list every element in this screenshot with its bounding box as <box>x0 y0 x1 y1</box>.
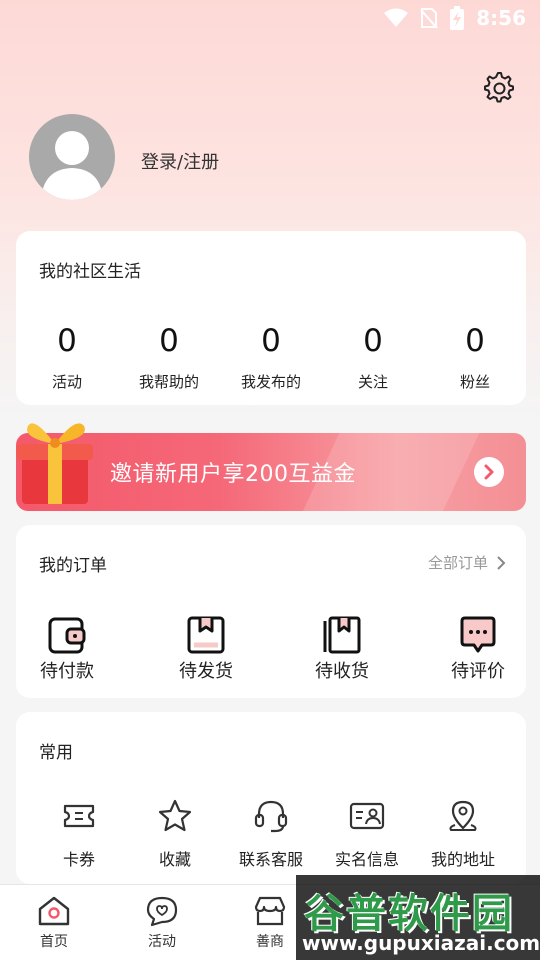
all-orders-link[interactable]: 全部订单 <box>428 552 506 573</box>
order-pending-payment[interactable]: 待付款 <box>7 615 127 683</box>
order-label: 待收货 <box>315 661 369 682</box>
headset-icon <box>254 800 288 833</box>
activity-chat-icon <box>146 896 178 927</box>
stat-label: 我发布的 <box>240 373 301 391</box>
all-orders-label: 全部订单 <box>427 554 488 572</box>
package-icon <box>187 616 225 654</box>
order-to-ship[interactable]: 待发货 <box>146 615 266 683</box>
watermark-url: www.gupuxiazai.com <box>302 931 540 955</box>
location-pin-icon <box>449 800 477 831</box>
stat-following[interactable]: 0 关注 <box>322 323 424 392</box>
stat-value: 0 <box>57 323 77 359</box>
stat-published[interactable]: 0 我发布的 <box>220 323 322 392</box>
stat-label: 粉丝 <box>459 373 490 391</box>
stat-label: 活动 <box>51 373 82 391</box>
tool-customer-service[interactable]: 联系客服 <box>223 798 319 870</box>
shop-icon <box>254 896 286 926</box>
order-label: 待评价 <box>451 661 505 682</box>
stat-label: 我帮助的 <box>138 373 199 391</box>
invite-text: 邀请新用户享200互益金 <box>110 462 356 487</box>
status-time: 8:56 <box>476 6 526 30</box>
status-bar: 8:56 <box>0 0 540 36</box>
nav-label: 活动 <box>148 934 176 950</box>
tool-my-address[interactable]: 我的地址 <box>415 798 511 870</box>
tool-real-name-info[interactable]: 实名信息 <box>319 798 415 870</box>
tool-favorites[interactable]: 收藏 <box>127 798 223 870</box>
common-title: 常用 <box>39 743 73 763</box>
order-status-row: 待付款 待发货 待收货 待评价 <box>16 615 526 685</box>
tool-label: 我的地址 <box>430 850 495 869</box>
stat-helped[interactable]: 0 我帮助的 <box>118 323 220 392</box>
tool-coupons[interactable]: 卡券 <box>31 798 127 870</box>
orders-card: 我的订单 全部订单 待付款 待发货 待收货 待评价 <box>16 525 526 698</box>
stat-activities[interactable]: 0 活动 <box>16 323 118 392</box>
nav-activities[interactable]: 活动 <box>122 895 202 951</box>
common-tools-card: 常用 卡券 收藏 联系客服 实名信息 我的地址 <box>16 712 526 884</box>
default-avatar-icon <box>41 131 103 200</box>
home-icon <box>38 896 70 926</box>
orders-title: 我的订单 <box>39 556 107 576</box>
wifi-icon <box>384 8 409 28</box>
login-register-link[interactable]: 登录/注册 <box>141 148 219 174</box>
tool-label: 收藏 <box>158 850 191 869</box>
settings-button[interactable] <box>482 70 516 104</box>
tool-label: 卡券 <box>62 850 95 869</box>
nav-home[interactable]: 首页 <box>14 895 94 951</box>
stat-value: 0 <box>261 323 281 359</box>
avatar[interactable] <box>29 114 115 200</box>
stat-label: 关注 <box>357 373 388 391</box>
review-chat-icon <box>460 616 496 653</box>
community-card: 我的社区生活 0 活动 0 我帮助的 0 我发布的 0 关注 0 粉丝 <box>16 231 526 405</box>
chevron-right-icon <box>497 555 506 570</box>
order-to-receive[interactable]: 待收货 <box>282 615 402 683</box>
no-sim-icon <box>420 7 438 29</box>
wallet-icon <box>48 617 86 654</box>
watermark: 谷普软件园 www.gupuxiazai.com <box>296 875 540 960</box>
id-card-icon <box>349 802 385 830</box>
nav-label: 首页 <box>40 934 68 950</box>
coupon-icon <box>63 804 95 828</box>
order-to-review[interactable]: 待评价 <box>418 615 538 683</box>
battery-charging-icon <box>450 6 465 30</box>
stat-value: 0 <box>159 323 179 359</box>
tool-label: 实名信息 <box>334 850 399 869</box>
stat-value: 0 <box>363 323 383 359</box>
community-title: 我的社区生活 <box>39 262 141 282</box>
gear-icon <box>484 72 514 103</box>
star-icon <box>158 799 192 832</box>
stat-fans[interactable]: 0 粉丝 <box>424 323 526 392</box>
community-stats: 0 活动 0 我帮助的 0 我发布的 0 关注 0 粉丝 <box>16 323 526 392</box>
tools-row: 卡券 收藏 联系客服 实名信息 我的地址 <box>16 798 526 878</box>
chevron-right-icon <box>474 457 504 487</box>
order-label: 待付款 <box>40 661 94 682</box>
stat-value: 0 <box>465 323 485 359</box>
order-label: 待发货 <box>179 661 233 682</box>
gift-icon <box>14 414 98 508</box>
tool-label: 联系客服 <box>238 850 303 869</box>
receive-box-icon <box>323 616 361 654</box>
